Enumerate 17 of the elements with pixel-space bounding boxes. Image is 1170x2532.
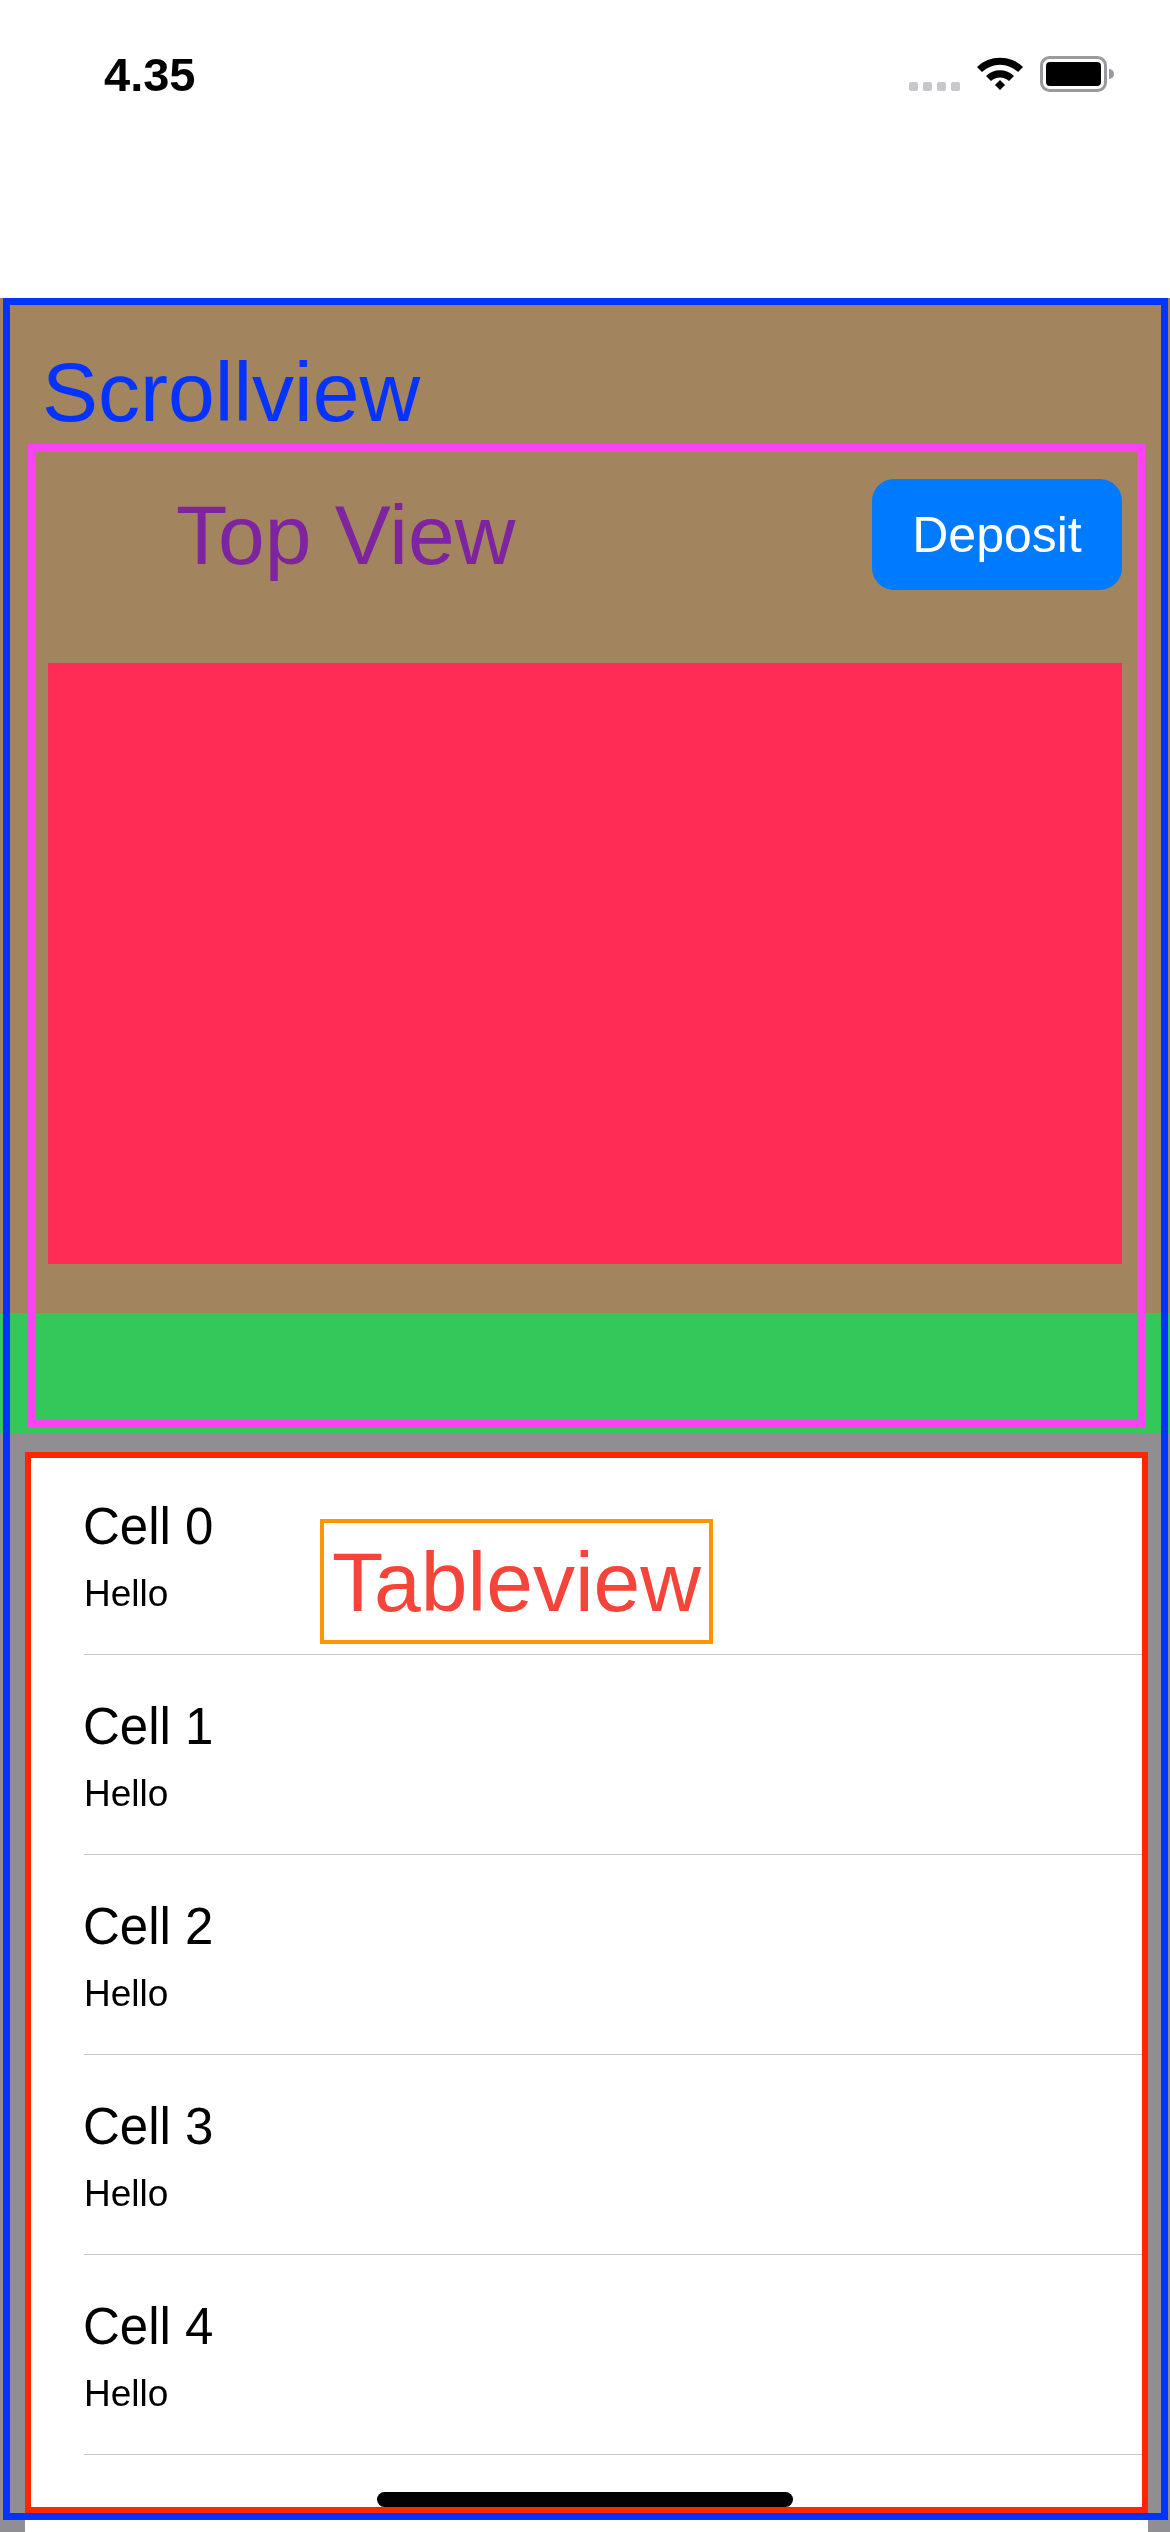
cell-subtitle: Hello bbox=[84, 1572, 169, 1616]
deposit-button[interactable]: Deposit bbox=[872, 479, 1122, 590]
wifi-icon bbox=[976, 55, 1024, 93]
status-time: 4.35 bbox=[104, 50, 196, 98]
cell-subtitle: Hello bbox=[84, 1772, 169, 1816]
cell-title: Cell 3 bbox=[83, 2097, 214, 2157]
cell-subtitle: Hello bbox=[84, 1972, 169, 2016]
cell-title: Cell 2 bbox=[83, 1897, 214, 1957]
tableview-label: Tableview bbox=[320, 1519, 713, 1644]
battery-icon bbox=[1040, 56, 1114, 92]
signal-icon bbox=[909, 81, 960, 91]
cell-subtitle: Hello bbox=[84, 2372, 169, 2416]
cell-title: Cell 0 bbox=[83, 1497, 214, 1557]
cell-title: Cell 4 bbox=[83, 2297, 214, 2357]
cell-title: Cell 1 bbox=[83, 1697, 214, 1757]
scrollview-label: Scrollview bbox=[42, 350, 421, 434]
cell-subtitle: Hello bbox=[84, 2172, 169, 2216]
